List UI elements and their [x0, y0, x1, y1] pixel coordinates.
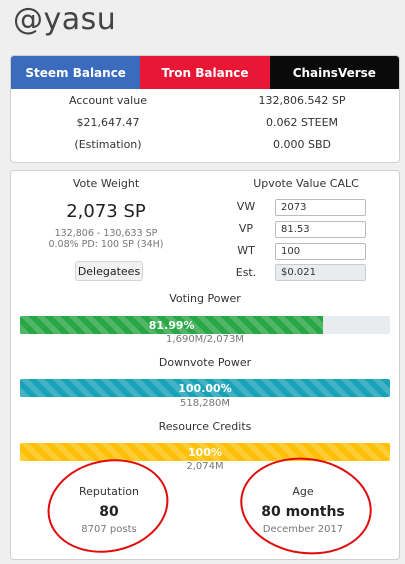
balance-label: (Estimation)	[74, 137, 142, 151]
vote-weight-title: Vote Weight	[72, 177, 140, 190]
downvote-power-title: Downvote Power	[158, 356, 252, 369]
vote-weight-range: 132,806 - 130,633 SP	[54, 228, 158, 239]
tab-steem-balance[interactable]: Steem Balance	[11, 56, 141, 89]
balance-row: $21,647.47 0.062 STEEM	[11, 111, 399, 133]
downvote-power-sub: 518,280M	[180, 398, 230, 409]
tab-chainsverse[interactable]: ChainsVerse	[269, 56, 399, 89]
resource-credits-bar: 100%	[20, 443, 390, 461]
balance-value: 132,806.542 SP	[258, 93, 346, 107]
age-title: Age	[292, 485, 314, 498]
voting-power-sub: 1,690M/2,073M	[166, 334, 244, 345]
calc-title: Upvote Value CALC	[253, 177, 359, 190]
age-value: 80 months	[261, 504, 345, 520]
est-output: $0.021	[275, 264, 366, 281]
downvote-power-fill: 100.00%	[20, 379, 390, 397]
vw-label: VW	[236, 200, 256, 213]
vote-weight-value: 2,073 SP	[66, 201, 146, 222]
balance-label: $21,647.47	[76, 115, 140, 129]
resource-credits-fill: 100%	[20, 443, 390, 461]
est-label: Est.	[235, 266, 257, 279]
delegatees-button[interactable]: Delegatees	[75, 261, 143, 281]
wt-input[interactable]: 100	[275, 243, 366, 260]
balance-value: 0.062 STEEM	[265, 115, 339, 129]
reputation-posts: 8707 posts	[81, 524, 137, 535]
balance-value: 0.000 SBD	[273, 137, 331, 151]
vw-input[interactable]: 2073	[275, 199, 366, 216]
username-title: @yasu	[13, 2, 117, 37]
stats-card: Vote Weight 2,073 SP 132,806 - 130,633 S…	[10, 170, 400, 560]
voting-power-fill: 81.99%	[20, 316, 324, 334]
vote-weight-pd: 0.08% PD: 100 SP (34H)	[48, 239, 164, 250]
reputation-value: 80	[99, 504, 119, 520]
voting-power-bar: 81.99%	[20, 316, 390, 334]
balance-tabs: Steem Balance Tron Balance ChainsVerse	[11, 56, 399, 89]
balance-label: Account value	[69, 93, 147, 107]
balance-row: Account value 132,806.542 SP	[11, 89, 399, 111]
voting-power-title: Voting Power	[169, 292, 241, 305]
balance-row: (Estimation) 0.000 SBD	[11, 133, 399, 155]
resource-credits-sub: 2,074M	[186, 461, 224, 472]
balance-card: Steem Balance Tron Balance ChainsVerse A…	[10, 55, 400, 163]
vp-label: VP	[238, 222, 254, 235]
reputation-block: Reputation 80 8707 posts	[54, 485, 164, 535]
resource-credits-title: Resource Credits	[158, 420, 252, 433]
wt-label: WT	[237, 244, 255, 257]
age-since: December 2017	[262, 524, 344, 535]
reputation-title: Reputation	[79, 485, 139, 498]
vp-input[interactable]: 81.53	[275, 221, 366, 238]
downvote-power-bar: 100.00%	[20, 379, 390, 397]
age-block: Age 80 months December 2017	[248, 485, 358, 535]
tab-tron-balance[interactable]: Tron Balance	[140, 56, 270, 89]
